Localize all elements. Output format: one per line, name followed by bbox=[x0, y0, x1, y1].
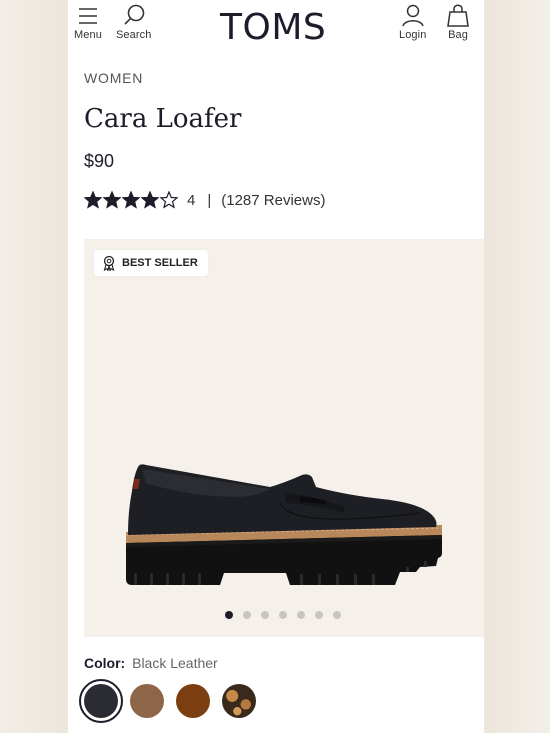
search-icon bbox=[124, 4, 145, 25]
gallery-dot[interactable] bbox=[261, 611, 269, 619]
bag-button[interactable]: Bag bbox=[447, 3, 469, 41]
product-page: Menu Search TOMS Login Bag WOMEN Cara Lo… bbox=[68, 0, 484, 733]
menu-label: Menu bbox=[74, 29, 102, 41]
bag-label: Bag bbox=[448, 29, 468, 41]
gallery-dot[interactable] bbox=[297, 611, 305, 619]
color-swatch-list bbox=[79, 679, 256, 723]
hamburger-menu-icon bbox=[78, 8, 97, 24]
color-selection-label: Color: Black Leather bbox=[84, 655, 218, 671]
product-price: $90 bbox=[84, 151, 115, 171]
user-icon bbox=[401, 4, 424, 27]
backdrop-right bbox=[484, 0, 550, 733]
product-image-loafer bbox=[125, 464, 443, 585]
star-filled-icon bbox=[141, 191, 159, 209]
best-seller-label: BEST SELLER bbox=[122, 257, 198, 269]
selected-color-name: Black Leather bbox=[132, 655, 218, 671]
star-filled-icon bbox=[122, 191, 140, 209]
login-button[interactable]: Login bbox=[399, 3, 426, 41]
menu-button[interactable]: Menu bbox=[74, 3, 102, 41]
color-label: Color: bbox=[84, 655, 126, 671]
best-seller-badge: BEST SELLER bbox=[94, 250, 208, 276]
color-swatch-cognac[interactable] bbox=[176, 684, 210, 718]
search-button[interactable]: Search bbox=[116, 3, 151, 41]
gallery-dot[interactable] bbox=[243, 611, 251, 619]
product-category[interactable]: WOMEN bbox=[84, 70, 143, 86]
star-rating bbox=[84, 191, 179, 209]
rating-score: 4 bbox=[187, 191, 196, 209]
star-filled-icon bbox=[103, 191, 121, 209]
color-swatch-tan[interactable] bbox=[130, 684, 164, 718]
gallery-pagination bbox=[225, 611, 341, 619]
product-rating[interactable]: 4 | (1287 Reviews) bbox=[84, 189, 325, 211]
star-filled-icon bbox=[84, 191, 102, 209]
gallery-dot[interactable] bbox=[333, 611, 341, 619]
rating-separator: | bbox=[207, 191, 212, 209]
gallery-dot[interactable] bbox=[315, 611, 323, 619]
site-header: Menu Search TOMS Login Bag bbox=[68, 0, 484, 52]
search-label: Search bbox=[116, 29, 152, 41]
review-count-link[interactable]: (1287 Reviews) bbox=[221, 192, 325, 209]
product-title: Cara Loafer bbox=[84, 104, 242, 134]
login-label: Login bbox=[399, 29, 427, 41]
award-ribbon-icon bbox=[103, 255, 115, 271]
product-image-gallery[interactable]: BEST SELLER bbox=[84, 239, 484, 637]
gallery-dot[interactable] bbox=[279, 611, 287, 619]
color-swatch-black[interactable] bbox=[79, 679, 123, 723]
color-swatch-leopard[interactable] bbox=[222, 684, 256, 718]
backdrop-left bbox=[0, 0, 68, 733]
gallery-dot[interactable] bbox=[225, 611, 233, 619]
brand-logo[interactable]: TOMS bbox=[220, 6, 326, 50]
star-empty-icon bbox=[160, 191, 178, 209]
shopping-bag-icon bbox=[447, 4, 469, 27]
